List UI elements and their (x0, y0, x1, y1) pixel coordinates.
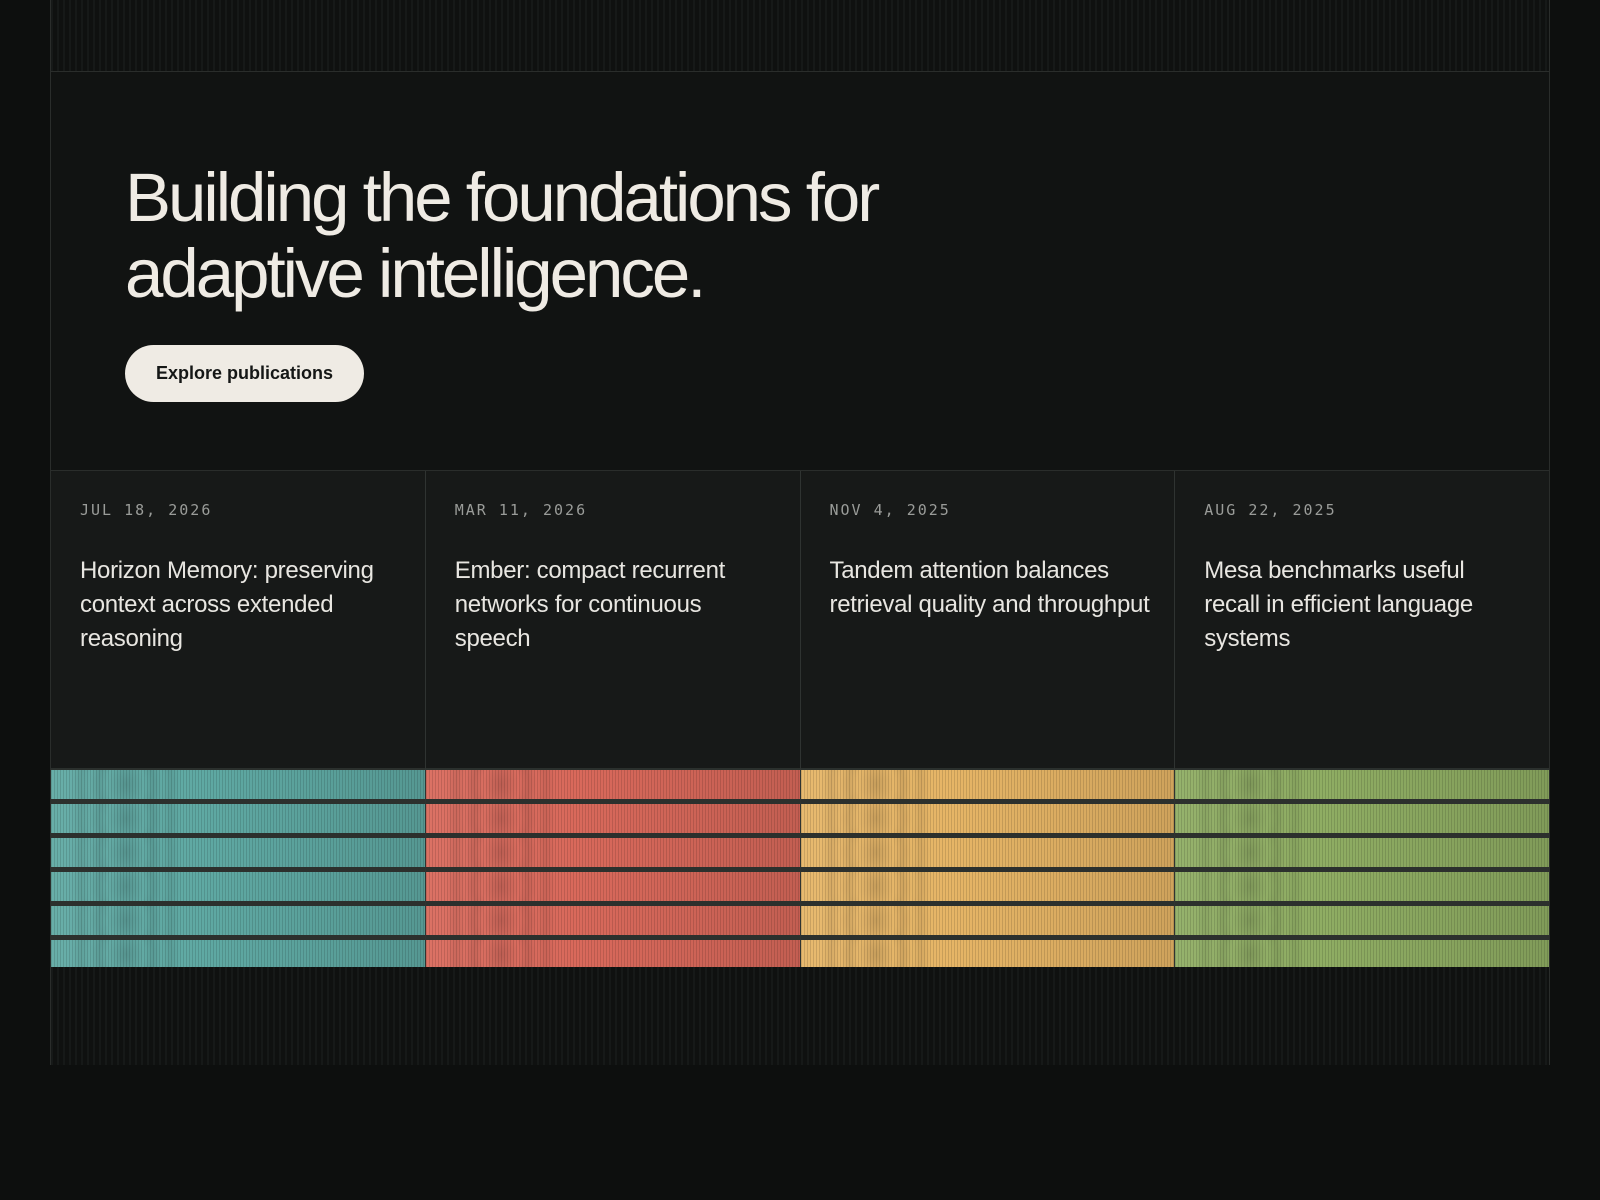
artwork-band (1175, 872, 1549, 901)
artwork-band (425, 872, 800, 901)
publication-card-mesa[interactable]: AUG 22, 2025 Mesa benchmarks useful reca… (1175, 471, 1549, 969)
publication-date: JUL 18, 2026 (80, 501, 213, 519)
artwork-band (800, 872, 1175, 901)
artwork-band (425, 770, 800, 799)
bottom-stripe-decoration (51, 967, 1549, 1065)
publication-artwork (425, 768, 800, 969)
publication-title: Ember: compact recurrent networks for co… (454, 557, 726, 652)
artwork-band (51, 872, 425, 901)
artwork-band (425, 940, 800, 969)
artwork-band (51, 940, 425, 969)
publication-title: Horizon Memory: preserving context acros… (80, 557, 374, 652)
top-stripe-decoration (51, 0, 1549, 72)
artwork-band (51, 770, 425, 799)
publication-date: MAR 11, 2026 (454, 501, 588, 519)
publication-artwork (800, 768, 1175, 969)
publications-row: JUL 18, 2026 Horizon Memory: preserving … (51, 471, 1549, 969)
artwork-band (1175, 838, 1549, 867)
publication-date: NOV 4, 2025 (829, 501, 951, 519)
artwork-band (800, 838, 1175, 867)
hero-section: Building the foundations for adaptive in… (51, 72, 1549, 471)
publication-artwork (51, 768, 425, 969)
hero-headline-line-1: Building the foundations for (125, 159, 880, 236)
explore-publications-button[interactable]: Explore publications (125, 345, 365, 402)
artwork-band (1175, 770, 1549, 799)
artwork-band (1175, 906, 1549, 935)
publication-card-horizon-memory[interactable]: JUL 18, 2026 Horizon Memory: preserving … (51, 471, 426, 969)
artwork-band (51, 906, 425, 935)
artwork-band (51, 804, 425, 833)
page-frame: Building the foundations for adaptive in… (50, 0, 1550, 1065)
artwork-band (1175, 940, 1549, 969)
artwork-band (425, 804, 800, 833)
artwork-band (800, 940, 1175, 969)
artwork-band (425, 906, 800, 935)
artwork-band (1175, 804, 1549, 833)
publication-card-tandem[interactable]: NOV 4, 2025 Tandem attention balances re… (800, 471, 1176, 969)
hero-headline-line-2: adaptive intelligence. (125, 235, 706, 312)
publication-title: Tandem attention balances retrieval qual… (829, 557, 1150, 618)
artwork-band (800, 770, 1175, 799)
hero-headline: Building the foundations for adaptive in… (125, 160, 1025, 312)
artwork-band (800, 804, 1175, 833)
publication-artwork (1175, 768, 1549, 969)
publication-date: AUG 22, 2025 (1204, 501, 1337, 519)
artwork-band (800, 906, 1175, 935)
artwork-band (51, 838, 425, 867)
artwork-band (425, 838, 800, 867)
publication-card-ember[interactable]: MAR 11, 2026 Ember: compact recurrent ne… (425, 471, 801, 969)
publication-title: Mesa benchmarks useful recall in efficie… (1204, 557, 1473, 652)
